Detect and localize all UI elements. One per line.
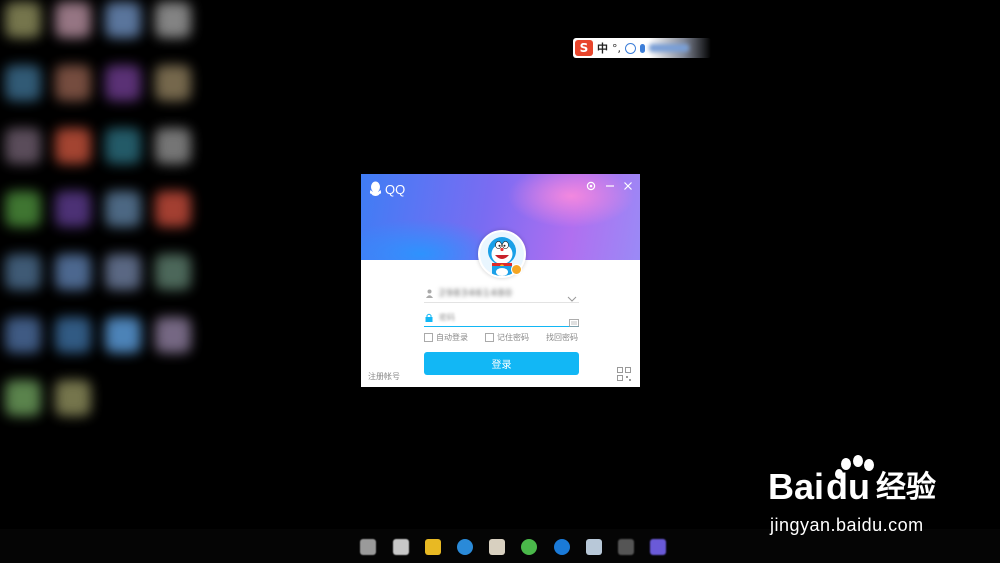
watermark-brand-suffix: du <box>826 466 871 507</box>
desktop-shortcut-icon[interactable] <box>155 65 191 101</box>
remember-password-checkbox[interactable]: 记住密码 <box>485 332 529 343</box>
desktop-shortcut-icon[interactable] <box>55 2 91 38</box>
desktop-shortcut-icon[interactable] <box>5 65 41 101</box>
ime-toolbar[interactable]: S 中 °, <box>573 38 711 58</box>
desktop-shortcut-icon[interactable] <box>105 191 141 227</box>
watermark-product: 经验 <box>876 470 937 505</box>
desktop-shortcut-icon[interactable] <box>105 254 141 290</box>
minimize-button[interactable] <box>603 179 617 193</box>
desktop-shortcut-icon[interactable] <box>55 317 91 353</box>
desktop-shortcut-icon[interactable] <box>155 317 191 353</box>
desktop-shortcut-icon[interactable] <box>105 317 141 353</box>
app-logo: QQ <box>369 181 405 197</box>
find-password-link[interactable]: 找回密码 <box>546 332 578 343</box>
watermark-url: jingyan.baidu.com <box>770 515 924 535</box>
qr-code-login-icon[interactable] <box>617 366 631 381</box>
qq-penguin-icon <box>369 181 382 196</box>
desktop-shortcut-icon[interactable] <box>55 128 91 164</box>
remember-password-label: 记住密码 <box>497 333 529 342</box>
watermark-brand: Bai du 经验 <box>768 469 936 505</box>
chevron-down-icon[interactable] <box>567 287 577 306</box>
auto-login-label: 自动登录 <box>436 333 468 342</box>
desktop-shortcut-icon[interactable] <box>5 128 41 164</box>
desktop-shortcut-icon[interactable] <box>155 191 191 227</box>
desktop-shortcut-icon[interactable] <box>5 317 41 353</box>
taskbar-app-icon[interactable] <box>650 539 666 555</box>
desktop-shortcut-icon[interactable] <box>5 191 41 227</box>
password-field[interactable]: 密码 <box>424 308 579 327</box>
browser-icon[interactable] <box>457 539 473 555</box>
desktop-shortcut-icon[interactable] <box>155 128 191 164</box>
auto-login-checkbox[interactable]: 自动登录 <box>424 332 468 343</box>
settings-button[interactable] <box>584 179 598 193</box>
keyboard-icon[interactable] <box>569 312 579 331</box>
checkbox-icon[interactable] <box>424 333 433 342</box>
gear-icon <box>586 181 596 191</box>
desktop-shortcut-icon[interactable] <box>105 65 141 101</box>
close-button[interactable] <box>621 179 635 193</box>
watermark-brand-text: Bai <box>768 466 825 507</box>
login-button[interactable]: 登录 <box>424 352 579 375</box>
qq-login-window: QQ 2983461480 密码 自动登录 记住密码 找回密码 登录 注册帐号 <box>361 174 640 387</box>
desktop-shortcut-icon[interactable] <box>5 2 41 38</box>
register-account-link[interactable]: 注册帐号 <box>368 371 400 382</box>
desktop-shortcut-icon[interactable] <box>105 2 141 38</box>
ime-language-toggle[interactable]: 中 <box>597 40 608 56</box>
login-options: 自动登录 记住密码 找回密码 <box>424 332 579 344</box>
ime-extra-tools[interactable] <box>649 44 689 52</box>
desktop-shortcut-icon[interactable] <box>155 2 191 38</box>
close-icon <box>624 182 632 190</box>
desktop-shortcut-icon[interactable] <box>55 254 91 290</box>
taskbar-app-icon[interactable] <box>618 539 634 555</box>
online-status-badge[interactable] <box>511 264 522 275</box>
lock-icon <box>424 312 434 322</box>
taskbar-app-icon[interactable] <box>393 539 409 555</box>
app-title: QQ <box>385 181 406 197</box>
checkbox-icon[interactable] <box>485 333 494 342</box>
folder-icon[interactable] <box>425 539 441 555</box>
taskbar-app-icon[interactable] <box>521 539 537 555</box>
minimize-icon <box>606 185 614 187</box>
taskbar-app-icon[interactable] <box>586 539 602 555</box>
user-icon <box>424 288 434 298</box>
account-field[interactable]: 2983461480 <box>424 284 579 303</box>
desktop-shortcut-icon[interactable] <box>5 380 41 416</box>
account-value: 2983461480 <box>439 287 513 299</box>
password-placeholder: 密码 <box>439 312 455 322</box>
sogou-ime-icon[interactable]: S <box>575 40 593 56</box>
baidu-jingyan-watermark: Bai du 经验 jingyan.baidu.com <box>768 455 968 545</box>
desktop-shortcut-icon[interactable] <box>105 128 141 164</box>
taskbar-app-icon[interactable] <box>360 539 376 555</box>
desktop-shortcut-icon[interactable] <box>55 191 91 227</box>
emoji-icon[interactable] <box>625 42 636 54</box>
desktop-shortcut-icon[interactable] <box>155 254 191 290</box>
edge-icon[interactable] <box>554 539 570 555</box>
desktop-shortcut-icon[interactable] <box>55 65 91 101</box>
desktop-shortcut-icon[interactable] <box>55 380 91 416</box>
microphone-icon[interactable] <box>640 43 645 53</box>
desktop-shortcut-icon[interactable] <box>5 254 41 290</box>
ime-punctuation-toggle[interactable]: °, <box>612 42 621 55</box>
taskbar-app-icon[interactable] <box>489 539 505 555</box>
